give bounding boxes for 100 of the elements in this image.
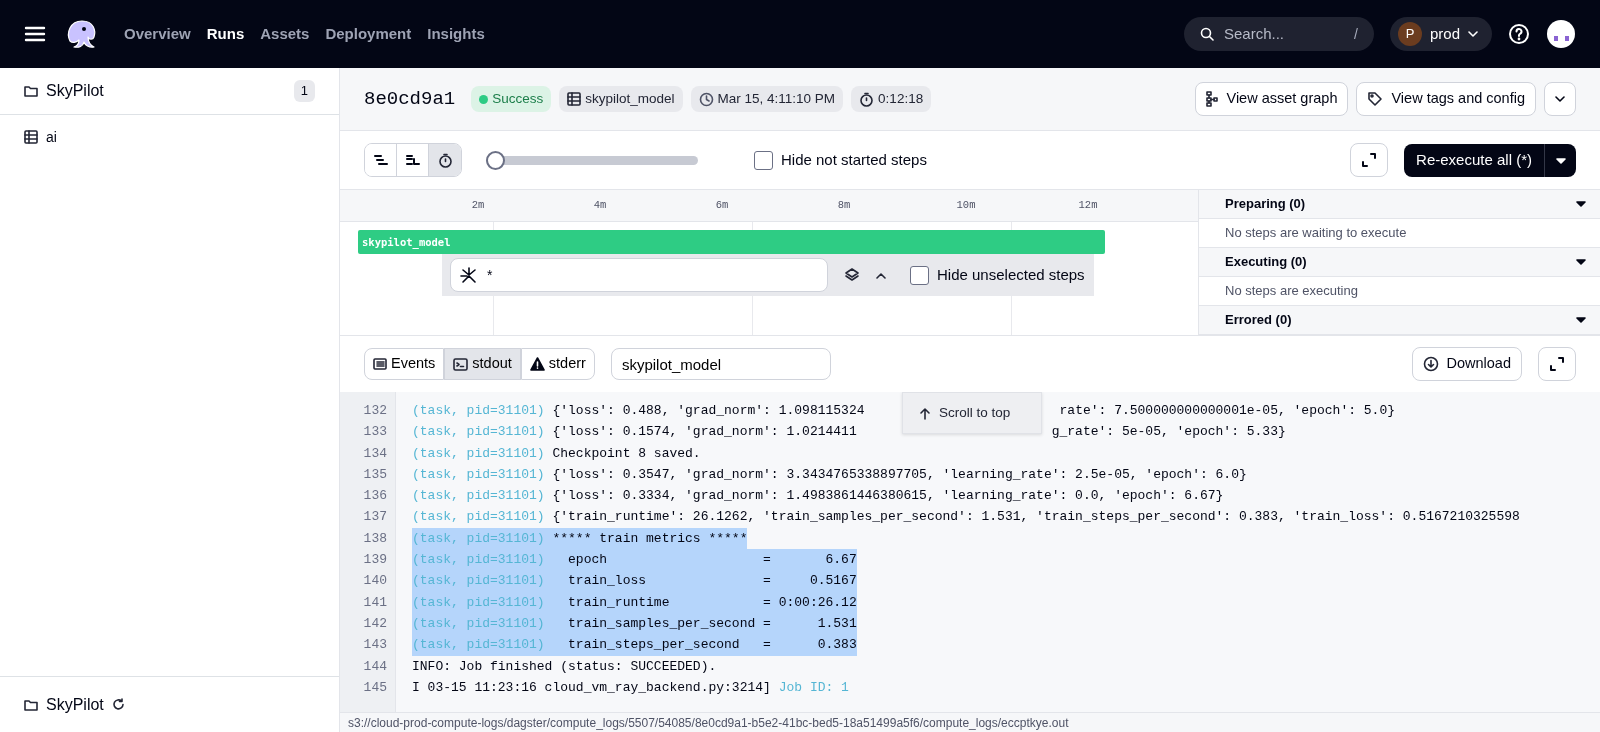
- count-badge: 1: [293, 80, 315, 102]
- scroll-to-top-button[interactable]: Scroll to top: [902, 392, 1042, 434]
- shortcut-hint: /: [1354, 24, 1358, 44]
- section-header[interactable]: Errored (0): [1199, 306, 1600, 335]
- arrow-up-icon: [919, 406, 931, 420]
- list-icon: [373, 358, 387, 370]
- sidebar-item[interactable]: SkyPilot 1: [0, 68, 339, 115]
- axis-tick-label: 2m: [471, 197, 485, 213]
- stopwatch-icon: [437, 152, 453, 168]
- caret-down-icon: [1555, 157, 1566, 164]
- checkbox-label: Hide unselected steps: [937, 264, 1085, 285]
- nav-link[interactable]: Assets: [260, 22, 310, 46]
- nav-link[interactable]: Deployment: [325, 22, 412, 46]
- line-number: 134: [362, 444, 388, 463]
- line-number: 144: [362, 657, 388, 676]
- terminal-icon: [453, 357, 469, 371]
- sidebar-footer-item[interactable]: SkyPilot: [0, 676, 339, 732]
- log-line: (task, pid=31101) {'train_runtime': 26.1262, 'train_samples_per_second': 1.531, 'train_steps_per_second': 0.383, 'train_loss': 0.5167210325598: [412, 508, 1520, 527]
- step-filter-field[interactable]: *: [450, 258, 828, 292]
- action-button[interactable]: View tags and config: [1356, 82, 1536, 116]
- search-field[interactable]: Search... /: [1183, 17, 1374, 51]
- line-number: 142: [362, 614, 388, 633]
- log-tab[interactable]: stdout: [444, 348, 521, 380]
- expand-button[interactable]: [1350, 143, 1389, 177]
- status-badge: Success: [471, 85, 552, 113]
- run-tag: skypilot_model: [559, 85, 683, 113]
- view-toggle[interactable]: [429, 144, 461, 176]
- user-avatar-icon[interactable]: [1546, 19, 1576, 49]
- log-line: (task, pid=31101) {'loss': 0.1574, 'grad_norm': 1.0214411: [412, 423, 857, 442]
- deployment-dropdown[interactable]: P prod: [1389, 17, 1492, 51]
- section-header[interactable]: Preparing (0): [1199, 190, 1600, 219]
- more-button[interactable]: [1544, 82, 1576, 116]
- table-icon: [24, 130, 38, 144]
- zoom-slider[interactable]: [486, 150, 698, 170]
- line-number: 138: [362, 529, 388, 548]
- line-number: 137: [362, 508, 388, 527]
- axis-tick-label: 4m: [593, 197, 607, 213]
- search-input[interactable]: Search...: [1221, 21, 1342, 47]
- axis-tick-label: 10m: [956, 197, 976, 213]
- view-toggle[interactable]: [365, 144, 397, 176]
- step-list-icon: [405, 154, 420, 166]
- clock-icon: [698, 91, 714, 107]
- line-number: 140: [362, 572, 388, 591]
- line-number: 143: [362, 636, 388, 655]
- log-line: I 03-15 11:23:16 cloud_vm_ray_backend.py:3214] Job ID: 1: [412, 678, 849, 697]
- log-line: (task, pid=31101) {'loss': 0.488, 'grad_norm': 1.098115324: [412, 402, 865, 420]
- status-bar: s3://cloud-prod-compute-logs/dagster/compute_logs/5507/54085/8e0cd9a1-b5e2-41bc-bed5-18a51499a5f6/compute_logs/eccptkye.out: [340, 712, 1600, 732]
- folder-icon: [24, 85, 38, 97]
- axis-tick-label: 12m: [1078, 197, 1098, 213]
- step-input-field[interactable]: skypilot_model: [610, 348, 831, 380]
- line-number: 135: [362, 465, 388, 484]
- log-tab[interactable]: stderr: [520, 348, 595, 380]
- log-line-fragment: g_rate': 5e-05, 'epoch': 5.33}: [1051, 423, 1286, 442]
- line-number: 133: [362, 423, 388, 442]
- folder-icon: [24, 698, 38, 711]
- checkbox[interactable]: [754, 150, 773, 170]
- line-number: 136: [362, 487, 388, 506]
- log-tab[interactable]: Events: [364, 348, 445, 380]
- reexecute-menu-button[interactable]: [1544, 143, 1576, 177]
- reexecute-button[interactable]: Re-execute all (*): [1404, 143, 1544, 177]
- expand-button[interactable]: [1538, 347, 1576, 381]
- section-header[interactable]: Executing (0): [1199, 248, 1600, 277]
- checkbox-label: Hide not started steps: [781, 149, 927, 170]
- tag-icon: [1367, 91, 1384, 107]
- search-icon: [1199, 27, 1214, 41]
- layers-icon[interactable]: [844, 267, 860, 283]
- action-button[interactable]: View asset graph: [1195, 82, 1349, 116]
- chevron-down-icon: [1555, 95, 1565, 103]
- expand-icon: [1549, 356, 1565, 372]
- sidebar-item[interactable]: ai: [0, 115, 339, 159]
- chevron-down-icon: [1468, 30, 1478, 38]
- chevron-up-icon[interactable]: [876, 271, 886, 279]
- menu-icon[interactable]: [24, 25, 46, 43]
- help-icon[interactable]: [1508, 23, 1530, 45]
- log-line: (task, pid=31101) {'loss': 0.3334, 'grad_norm': 1.4983861446380615, 'learning_rate': 0.0, 'epoch': 6.67}: [412, 487, 1224, 506]
- log-line: (task, pid=31101) Checkpoint 8 saved.: [412, 444, 701, 463]
- log-line: INFO: Job finished (status: SUCCEEDED).: [412, 657, 717, 676]
- tree-graph-icon: [1206, 91, 1219, 107]
- nav-link[interactable]: Runs: [206, 22, 245, 46]
- line-number: 132: [362, 402, 388, 420]
- warning-icon: [529, 357, 545, 371]
- line-number: 139: [362, 551, 388, 570]
- checkbox[interactable]: [910, 265, 929, 285]
- run-id: 8e0cd9a1: [364, 86, 456, 112]
- axis-tick-label: 8m: [837, 197, 851, 213]
- caret-down-icon: [1576, 259, 1586, 265]
- caret-down-icon: [1576, 201, 1586, 207]
- axis-tick-label: 6m: [715, 197, 729, 213]
- log-line-fragment: rate': 7.500000000000001e-05, 'epoch': 5.0}: [1059, 402, 1395, 420]
- run-tag: 0:12:18: [851, 85, 932, 113]
- refresh-icon[interactable]: [111, 698, 125, 711]
- waterfall-icon: [373, 154, 388, 166]
- line-number: 145: [362, 678, 388, 697]
- stopwatch-icon: [859, 91, 875, 107]
- nav-link[interactable]: Overview: [124, 22, 191, 46]
- avatar-initial: P: [1397, 22, 1422, 46]
- download-button[interactable]: Download: [1411, 347, 1522, 381]
- expand-icon: [1361, 152, 1378, 168]
- run-tag: Mar 15, 4:11:10 PM: [690, 85, 844, 113]
- nav-link[interactable]: Insights: [427, 22, 485, 46]
